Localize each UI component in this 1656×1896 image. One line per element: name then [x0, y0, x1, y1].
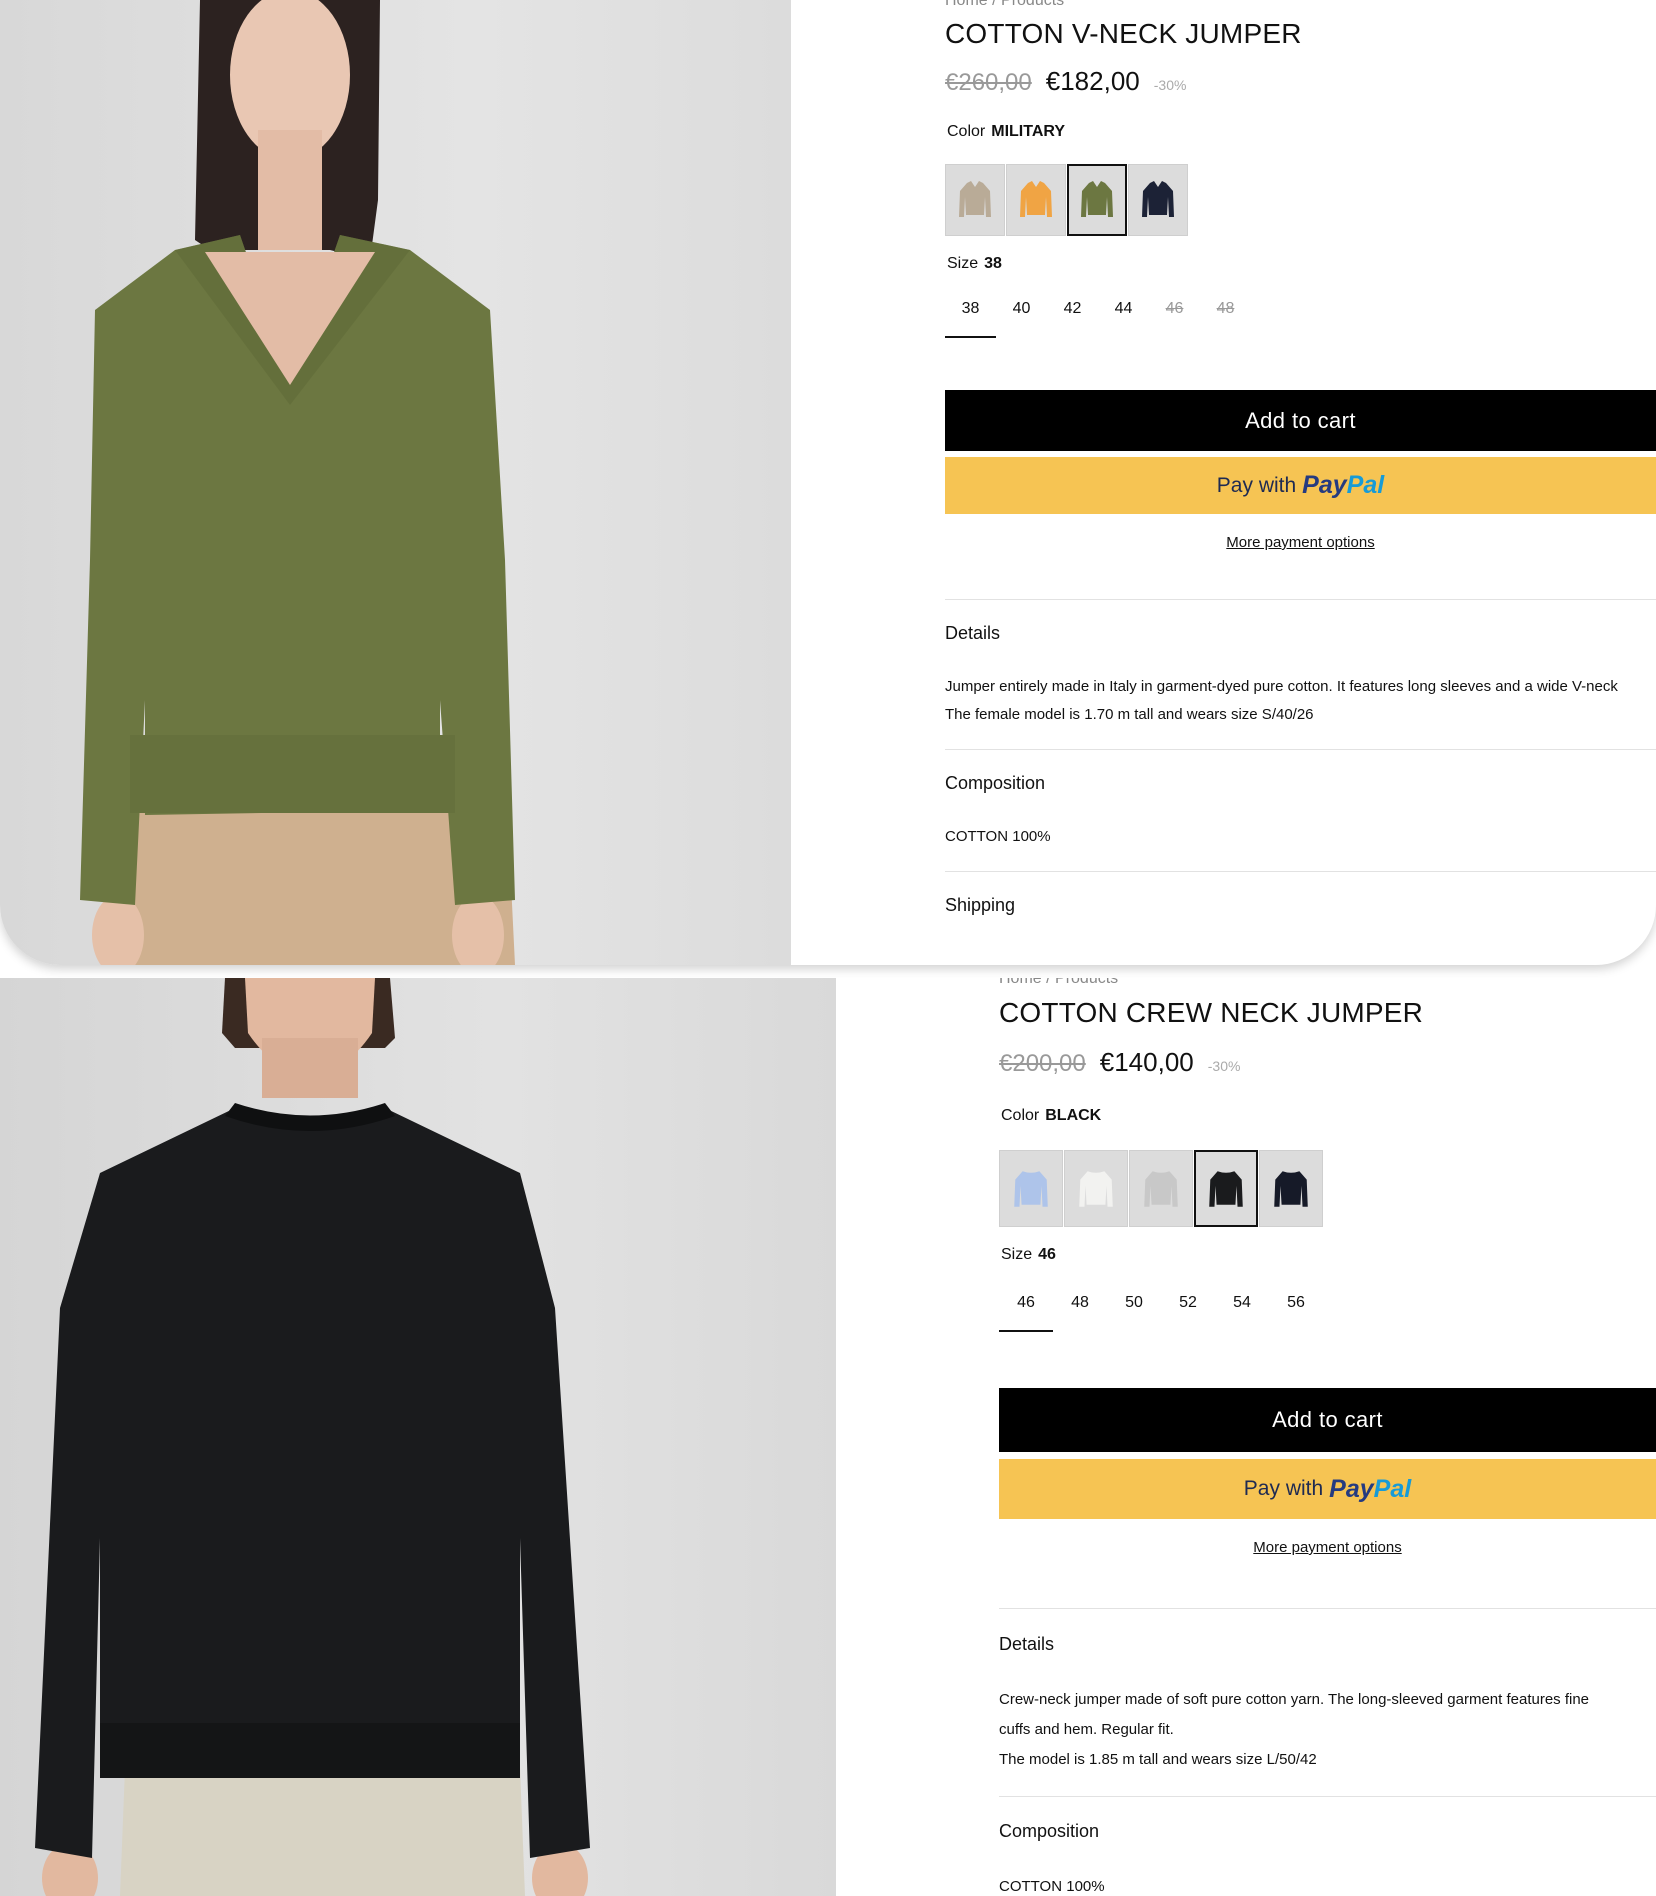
divider	[999, 1796, 1656, 1797]
paypal-logo: PayPal	[1302, 471, 1385, 499]
swatch-navy[interactable]	[1128, 164, 1188, 236]
paypal-button[interactable]: Pay with PayPal	[999, 1459, 1656, 1519]
swatch-orange[interactable]	[1006, 164, 1066, 236]
color-swatches	[999, 1150, 1324, 1227]
swatch-black[interactable]	[1194, 1150, 1258, 1227]
details-line: cuffs and hem. Regular fit.	[999, 1721, 1174, 1738]
paypal-logo: PayPal	[1329, 1474, 1412, 1503]
composition-heading[interactable]: Composition	[999, 1821, 1099, 1842]
color-label: Color	[947, 123, 986, 140]
composition-text: COTTON 100%	[999, 1878, 1105, 1895]
details-line: The female model is 1.70 m tall and wear…	[945, 706, 1314, 723]
size-selector: 46 48 50 52 54 56	[999, 1284, 1323, 1332]
size-option[interactable]: 40	[996, 290, 1047, 338]
color-value: BLACK	[1045, 1107, 1102, 1124]
size-option[interactable]: 46	[999, 1284, 1053, 1332]
color-swatches	[945, 164, 1189, 236]
size-option[interactable]: 44	[1098, 290, 1149, 338]
divider	[945, 749, 1656, 750]
color-label-row: Color BLACK	[1001, 1107, 1101, 1125]
size-option-unavailable[interactable]: 46	[1149, 290, 1200, 338]
breadcrumb[interactable]: Home / Products	[999, 978, 1118, 988]
discount-badge: -30%	[1207, 1058, 1241, 1074]
pay-with-label: Pay with	[1216, 473, 1297, 497]
product-panel-crew-neck: Home / Products COTTON CREW NECK JUMPER …	[0, 978, 1656, 1896]
product-photo	[0, 978, 836, 1896]
discount-badge: -30%	[1153, 77, 1187, 93]
add-to-cart-button[interactable]: Add to cart	[999, 1388, 1656, 1452]
size-option[interactable]: 50	[1107, 1284, 1161, 1332]
original-price: €200,00	[999, 1050, 1086, 1077]
original-price: €260,00	[945, 69, 1032, 96]
details-heading[interactable]: Details	[999, 1634, 1054, 1655]
composition-text: COTTON 100%	[945, 828, 1051, 845]
size-option[interactable]: 48	[1053, 1284, 1107, 1332]
pay-with-label: Pay with	[1243, 1477, 1324, 1500]
details-line: Jumper entirely made in Italy in garment…	[945, 678, 1618, 695]
divider	[945, 871, 1656, 872]
details-line: The model is 1.85 m tall and wears size …	[999, 1751, 1317, 1768]
composition-heading[interactable]: Composition	[945, 773, 1045, 794]
color-label: Color	[1001, 1107, 1040, 1124]
swatch-white[interactable]	[1064, 1150, 1128, 1227]
size-option[interactable]: 42	[1047, 290, 1098, 338]
price-row: €200,00 €140,00 -30%	[999, 1047, 1240, 1078]
size-value: 38	[984, 255, 1002, 272]
jumper-white-icon	[1079, 1170, 1113, 1207]
size-label: Size	[1001, 1246, 1033, 1263]
size-selector: 38 40 42 44 46 48	[945, 290, 1251, 338]
jumper-navy-icon	[1274, 1170, 1308, 1207]
price-row: €260,00 €182,00 -30%	[945, 66, 1186, 97]
sale-price: €182,00	[1045, 66, 1140, 96]
size-option[interactable]: 38	[945, 290, 996, 338]
size-option-unavailable[interactable]: 48	[1200, 290, 1251, 338]
jumper-navy-icon	[1142, 181, 1174, 217]
swatch-military[interactable]	[1067, 164, 1127, 236]
model-photo-illustration	[80, 0, 515, 965]
product-title: COTTON V-NECK JUMPER	[945, 18, 1302, 49]
details-heading[interactable]: Details	[945, 623, 1000, 644]
size-option[interactable]: 54	[1215, 1284, 1269, 1332]
swatch-beige[interactable]	[945, 164, 1005, 236]
size-value: 46	[1038, 1246, 1056, 1263]
color-label-row: Color MILITARY	[947, 123, 1065, 141]
more-payment-options-link[interactable]: More payment options	[945, 534, 1656, 551]
jumper-light-grey-icon	[1144, 1170, 1178, 1207]
divider	[945, 599, 1656, 600]
product-panel-v-neck: Home / Products COTTON V-NECK JUMPER €26…	[0, 0, 1656, 965]
product-info: Home / Products COTTON V-NECK JUMPER €26…	[945, 0, 1656, 965]
more-payment-options-link[interactable]: More payment options	[999, 1539, 1656, 1556]
model-photo-illustration	[35, 978, 590, 1896]
jumper-black-icon	[1209, 1170, 1243, 1207]
paypal-button[interactable]: Pay with PayPal	[945, 457, 1656, 514]
jumper-military-icon	[1081, 181, 1113, 217]
breadcrumb[interactable]: Home / Products	[945, 0, 1064, 10]
shipping-heading[interactable]: Shipping	[945, 895, 1015, 916]
swatch-navy[interactable]	[1259, 1150, 1323, 1227]
size-option[interactable]: 56	[1269, 1284, 1323, 1332]
jumper-light-blue-icon	[1014, 1170, 1048, 1207]
jumper-beige-icon	[959, 181, 991, 217]
size-label-row: Size 38	[947, 255, 1002, 273]
divider	[999, 1608, 1656, 1609]
product-info: Home / Products COTTON CREW NECK JUMPER …	[999, 978, 1656, 1896]
size-label: Size	[947, 255, 979, 272]
jumper-orange-icon	[1020, 181, 1052, 217]
sale-price: €140,00	[1099, 1047, 1194, 1077]
details-line: Crew-neck jumper made of soft pure cotto…	[999, 1691, 1590, 1708]
product-photo	[0, 0, 791, 965]
size-option[interactable]: 52	[1161, 1284, 1215, 1332]
swatch-light-grey[interactable]	[1129, 1150, 1193, 1227]
product-title: COTTON CREW NECK JUMPER	[999, 997, 1424, 1028]
color-value: MILITARY	[991, 123, 1065, 140]
swatch-light-blue[interactable]	[999, 1150, 1063, 1227]
add-to-cart-button[interactable]: Add to cart	[945, 390, 1656, 451]
size-label-row: Size 46	[1001, 1246, 1056, 1264]
